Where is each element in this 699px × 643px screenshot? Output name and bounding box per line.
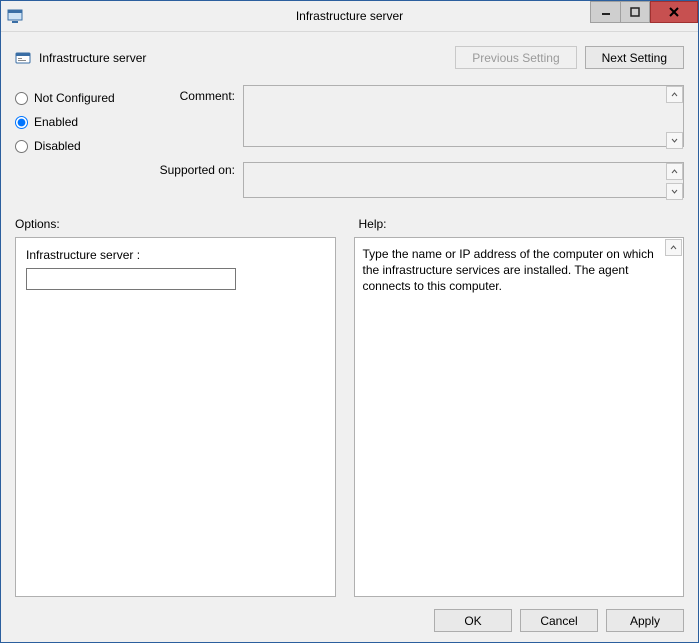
footer-buttons: OK Cancel Apply: [15, 597, 684, 632]
minimize-button[interactable]: [590, 1, 620, 23]
radio-enabled-input[interactable]: [15, 116, 28, 129]
help-text: Type the name or IP address of the compu…: [363, 246, 662, 294]
radio-enabled[interactable]: Enabled: [15, 115, 155, 129]
scroll-up-icon[interactable]: [666, 86, 683, 103]
scroll-up-icon[interactable]: [666, 163, 683, 180]
field-inputs: [243, 85, 684, 201]
help-scroll: [665, 239, 682, 256]
comment-textarea[interactable]: [243, 85, 684, 147]
option-field-label: Infrastructure server :: [26, 248, 325, 262]
window-controls: [590, 1, 698, 31]
supported-on-label: Supported on:: [155, 147, 235, 177]
radio-not-configured[interactable]: Not Configured: [15, 91, 155, 105]
maximize-button[interactable]: [620, 1, 650, 23]
next-setting-button[interactable]: Next Setting: [585, 46, 684, 69]
policy-icon: [15, 50, 31, 66]
help-label: Help:: [359, 217, 685, 231]
options-label: Options:: [15, 217, 341, 231]
comment-scroll: [666, 86, 683, 149]
ok-button[interactable]: OK: [434, 609, 512, 632]
radio-not-configured-label: Not Configured: [34, 91, 115, 105]
close-button[interactable]: [650, 1, 698, 23]
supported-wrap: [243, 150, 684, 201]
comment-wrap: [243, 85, 684, 150]
radio-disabled-label: Disabled: [34, 139, 81, 153]
radio-disabled-input[interactable]: [15, 140, 28, 153]
help-panel: Type the name or IP address of the compu…: [354, 237, 685, 597]
field-labels: Comment: Supported on:: [155, 85, 243, 177]
section-labels: Options: Help:: [15, 217, 684, 231]
options-panel: Infrastructure server :: [15, 237, 336, 597]
scroll-down-icon[interactable]: [666, 132, 683, 149]
cancel-button[interactable]: Cancel: [520, 609, 598, 632]
comment-label: Comment:: [155, 87, 235, 147]
gpo-dialog: Infrastructure server: [0, 0, 699, 643]
supported-on-textarea: [243, 162, 684, 198]
dialog-body: Infrastructure server Previous Setting N…: [1, 32, 698, 642]
scroll-down-icon[interactable]: [666, 183, 683, 200]
config-row: Not Configured Enabled Disabled Comment:…: [15, 85, 684, 201]
header-row: Infrastructure server Previous Setting N…: [15, 46, 684, 69]
state-radios: Not Configured Enabled Disabled: [15, 85, 155, 163]
supported-scroll: [666, 163, 683, 200]
infrastructure-server-input[interactable]: [26, 268, 236, 290]
scroll-up-icon[interactable]: [665, 239, 682, 256]
apply-button[interactable]: Apply: [606, 609, 684, 632]
panels: Infrastructure server : Type the name or…: [15, 237, 684, 597]
radio-enabled-label: Enabled: [34, 115, 78, 129]
previous-setting-button[interactable]: Previous Setting: [455, 46, 576, 69]
radio-not-configured-input[interactable]: [15, 92, 28, 105]
title-bar: Infrastructure server: [1, 1, 698, 32]
radio-disabled[interactable]: Disabled: [15, 139, 155, 153]
setting-name: Infrastructure server: [39, 51, 146, 65]
app-icon: [7, 8, 23, 24]
